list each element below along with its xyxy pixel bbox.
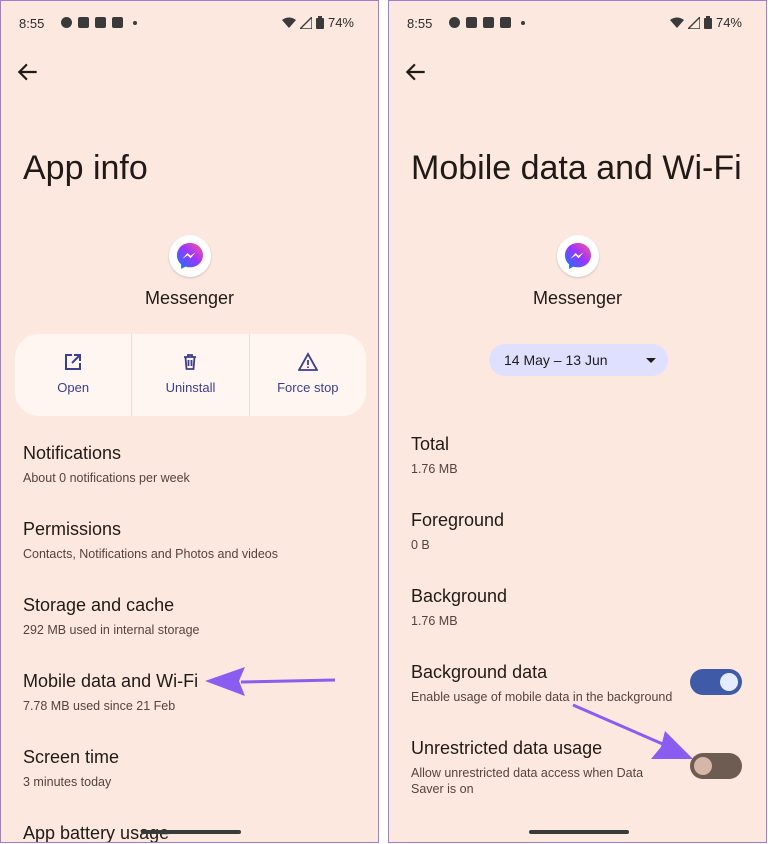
app-info-screen: 8:55 74% App info Messenger Open Uninsta… [0, 0, 379, 843]
background-data-toggle[interactable] [690, 669, 742, 695]
messenger-logo-icon [565, 243, 591, 269]
trash-icon [184, 354, 197, 370]
teams-icon [500, 17, 511, 28]
status-time: 8:55 [19, 16, 45, 31]
settings-item-permissions[interactable]: Permissions Contacts, Notifications and … [23, 519, 358, 562]
date-range-dropdown[interactable]: 14 May – 13 Jun [489, 344, 668, 376]
page-title: App info [23, 149, 148, 187]
date-range-label: 14 May – 13 Jun [504, 352, 608, 368]
dropdown-caret-icon [646, 358, 656, 363]
open-external-icon [65, 354, 82, 370]
stat-title: Background [411, 586, 508, 606]
setting-title: Background data [411, 662, 548, 682]
settings-item-notifications[interactable]: Notifications About 0 notifications per … [23, 443, 358, 486]
mobile-data-screen: 8:55 74% Mobile data and Wi-Fi Messenger… [388, 0, 767, 843]
settings-item-storage[interactable]: Storage and cache 292 MB used in interna… [23, 595, 358, 638]
force-stop-label: Force stop [277, 380, 339, 395]
more-dot-icon [133, 20, 137, 25]
stat-value: 0 B [411, 538, 430, 552]
status-bar: 8:55 74% [407, 15, 742, 33]
app-name: Messenger [144, 288, 235, 308]
uninstall-button[interactable]: Uninstall [132, 334, 250, 416]
home-indicator[interactable] [529, 830, 629, 834]
background-data-setting[interactable]: Background data Enable usage of mobile d… [411, 662, 676, 705]
item-subtitle: Contacts, Notifications and Photos and v… [23, 547, 279, 561]
linkedin-icon [95, 17, 106, 28]
messenger-app-icon [169, 235, 211, 277]
item-subtitle: 3 minutes today [23, 775, 112, 789]
item-subtitle: 7.78 MB used since 21 Feb [23, 699, 176, 713]
linkedin-icon [483, 17, 494, 28]
item-title: Notifications [23, 443, 122, 463]
signal-icon [299, 16, 312, 29]
messenger-app-icon [557, 235, 599, 277]
unrestricted-data-toggle[interactable] [690, 753, 742, 779]
item-subtitle: 292 MB used in internal storage [23, 623, 200, 637]
back-arrow-icon[interactable] [15, 59, 41, 85]
stat-foreground: Foreground 0 B [411, 510, 746, 553]
unrestricted-data-setting[interactable]: Unrestricted data usage Allow unrestrict… [411, 738, 666, 797]
settings-item-screen-time[interactable]: Screen time 3 minutes today [23, 747, 358, 790]
stat-title: Total [411, 434, 450, 454]
wifi-icon [669, 17, 684, 28]
page-title: Mobile data and Wi-Fi [411, 149, 742, 187]
setting-title: Unrestricted data usage [411, 738, 603, 758]
stat-title: Foreground [411, 510, 505, 530]
settings-item-mobile-data[interactable]: Mobile data and Wi-Fi 7.78 MB used since… [23, 671, 358, 714]
warning-icon [297, 352, 318, 371]
status-right: 74% [281, 15, 354, 30]
stat-value: 1.76 MB [411, 614, 458, 628]
status-time: 8:55 [407, 16, 433, 31]
item-subtitle: About 0 notifications per week [23, 471, 190, 485]
setting-subtitle: Allow unrestricted data access when Data… [411, 766, 644, 796]
open-label: Open [57, 380, 90, 395]
battery-icon [703, 16, 712, 29]
notification-icons [61, 17, 137, 28]
setting-subtitle: Enable usage of mobile data in the backg… [411, 690, 673, 704]
outlook-icon [466, 17, 477, 28]
home-indicator[interactable] [141, 830, 241, 834]
stat-value: 1.76 MB [411, 462, 458, 476]
signal-icon [687, 16, 700, 29]
teams-icon [112, 17, 123, 28]
toggle-knob [720, 673, 738, 691]
toggle-knob [694, 757, 712, 775]
item-title: Screen time [23, 747, 120, 767]
battery-percent: 74% [327, 15, 354, 30]
chat-bubble-icon [61, 17, 72, 28]
stat-background: Background 1.76 MB [411, 586, 746, 629]
battery-icon [315, 16, 324, 29]
messenger-logo-icon [177, 243, 203, 269]
outlook-icon [78, 17, 89, 28]
status-bar: 8:55 74% [19, 15, 354, 33]
force-stop-button[interactable]: Force stop [250, 334, 366, 416]
battery-percent: 74% [715, 15, 742, 30]
item-title: Permissions [23, 519, 122, 539]
status-right: 74% [669, 15, 742, 30]
item-title: Storage and cache [23, 595, 175, 615]
notification-icons [449, 17, 525, 28]
open-button[interactable]: Open [15, 334, 133, 416]
app-name: Messenger [532, 288, 623, 308]
back-arrow-icon[interactable] [403, 59, 429, 85]
wifi-icon [281, 17, 296, 28]
app-actions: Open Uninstall Force stop [15, 334, 366, 416]
chat-bubble-icon [449, 17, 460, 28]
item-title: Mobile data and Wi-Fi [23, 671, 199, 691]
stat-total: Total 1.76 MB [411, 434, 746, 477]
more-dot-icon [521, 20, 525, 25]
uninstall-label: Uninstall [165, 380, 216, 395]
